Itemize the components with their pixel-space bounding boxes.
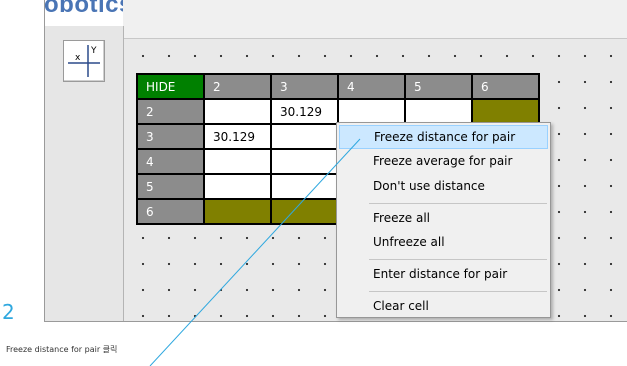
- row-header[interactable]: 3: [136, 123, 205, 150]
- table-header-row: HIDE 2 3 4 5 6: [136, 73, 540, 100]
- column-header[interactable]: 6: [471, 73, 540, 100]
- hide-toggle-cell[interactable]: HIDE: [136, 73, 205, 100]
- top-strip: [123, 0, 627, 39]
- column-header[interactable]: 3: [270, 73, 339, 100]
- diagonal-cell: [471, 98, 540, 125]
- distance-cell[interactable]: [337, 98, 406, 125]
- menu-item-freeze-all[interactable]: Freeze all: [339, 207, 548, 231]
- menu-item-unfreeze-all[interactable]: Unfreeze all: [339, 231, 548, 255]
- column-header[interactable]: 2: [203, 73, 272, 100]
- distance-cell[interactable]: [203, 173, 272, 200]
- xy-axis-button[interactable]: x Y: [63, 40, 105, 82]
- menu-item-dont-use-distance[interactable]: Don't use distance: [339, 175, 548, 199]
- xy-axis-icon: x Y: [68, 45, 100, 77]
- svg-text:x: x: [75, 53, 81, 63]
- diagonal-cell: [203, 198, 272, 225]
- distance-cell[interactable]: [404, 98, 473, 125]
- distance-cell[interactable]: [203, 98, 272, 125]
- row-header[interactable]: 6: [136, 198, 205, 225]
- row-header[interactable]: 4: [136, 148, 205, 175]
- column-header[interactable]: 4: [337, 73, 406, 100]
- app-title: obotics: [45, 0, 123, 18]
- row-header[interactable]: 2: [136, 98, 205, 125]
- distance-cell[interactable]: 30.129: [270, 98, 339, 125]
- menu-item-enter-distance[interactable]: Enter distance for pair: [339, 263, 548, 287]
- column-header[interactable]: 5: [404, 73, 473, 100]
- menu-separator: [369, 259, 547, 260]
- row-header[interactable]: 5: [136, 173, 205, 200]
- svg-text:Y: Y: [90, 46, 97, 56]
- distance-cell[interactable]: [270, 148, 339, 175]
- distance-cell[interactable]: [203, 148, 272, 175]
- diagonal-cell: [270, 198, 339, 225]
- menu-separator: [369, 203, 547, 204]
- menu-item-clear-cell[interactable]: Clear cell: [339, 295, 548, 319]
- menu-separator: [369, 291, 547, 292]
- menu-item-freeze-distance[interactable]: Freeze distance for pair: [339, 125, 548, 149]
- distance-cell[interactable]: [270, 173, 339, 200]
- step-number: 2: [2, 300, 15, 324]
- distance-cell[interactable]: 30.129: [203, 123, 272, 150]
- left-tool-panel: x Y: [45, 26, 124, 321]
- menu-item-freeze-average[interactable]: Freeze average for pair: [339, 150, 548, 174]
- table-row: 2 30.129: [136, 98, 540, 125]
- app-title-tab: obotics: [45, 0, 124, 27]
- step-caption: Freeze distance for pair 클릭: [6, 345, 118, 354]
- distance-cell[interactable]: [270, 123, 339, 150]
- context-menu: Freeze distance for pair Freeze average …: [336, 122, 551, 318]
